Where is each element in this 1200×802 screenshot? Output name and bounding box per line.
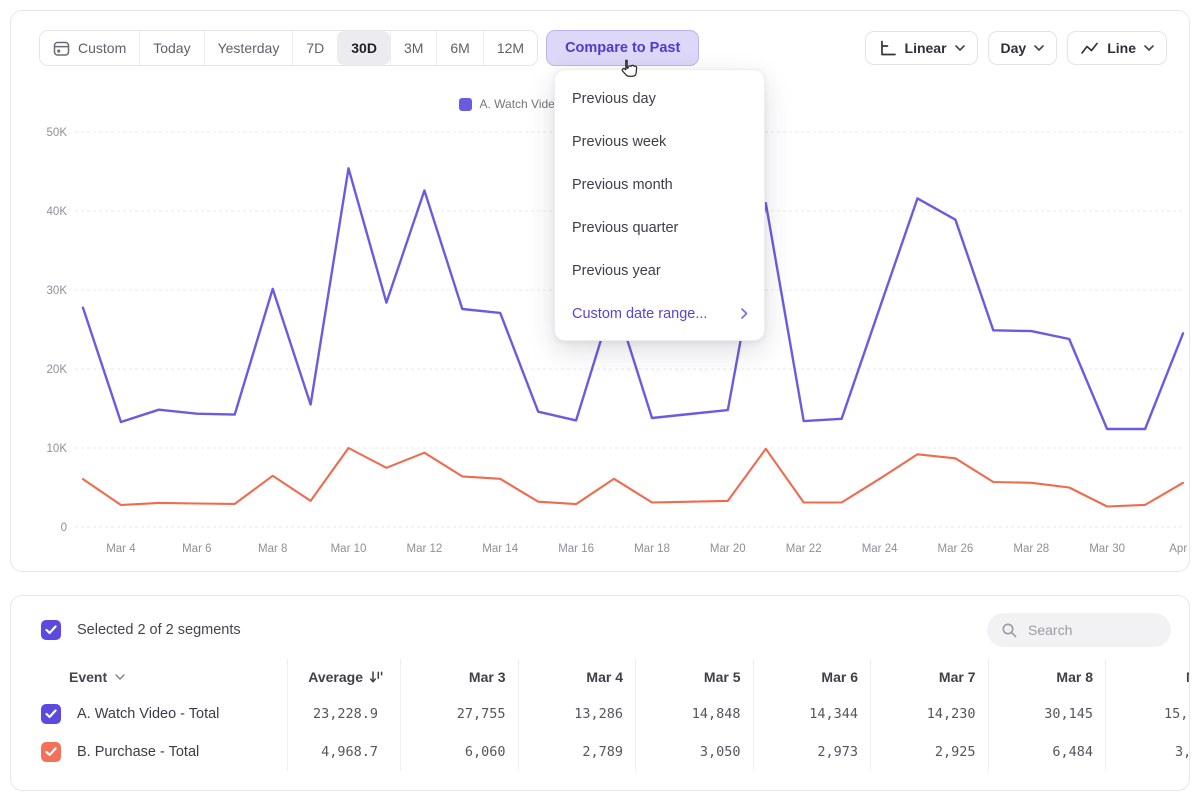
svg-text:Mar 14: Mar 14 (482, 543, 518, 555)
svg-text:0: 0 (61, 522, 67, 534)
svg-text:Mar 20: Mar 20 (710, 543, 746, 555)
row-label: B. Purchase - Total (77, 744, 199, 760)
svg-text:Mar 10: Mar 10 (331, 543, 367, 555)
column-header-clipped[interactable]: M (1106, 659, 1190, 695)
cursor-pointer-icon (616, 57, 641, 82)
cell-value: 3,050 (636, 733, 754, 771)
cell-value: 2,925 (871, 733, 989, 771)
menu-item-previous-day[interactable]: Previous day (555, 77, 764, 120)
chart-view-controls: Linear Day Line (865, 31, 1167, 65)
svg-text:50K: 50K (47, 127, 68, 139)
cell-value: 6,484 (989, 733, 1107, 771)
range-12m[interactable]: 12M (483, 31, 537, 65)
cell-value: 27,755 (401, 695, 519, 733)
row-label: A. Watch Video - Total (77, 706, 219, 722)
checkmark-icon (45, 747, 57, 757)
svg-text:20K: 20K (47, 364, 68, 376)
svg-text:Mar 22: Mar 22 (786, 543, 822, 555)
search-icon (1001, 622, 1018, 639)
cell-value: 30,145 (989, 695, 1107, 733)
range-3m[interactable]: 3M (390, 31, 436, 65)
table-row-purchase: B. Purchase - Total 4,968.7 6,060 2,789 … (41, 733, 1190, 771)
range-today[interactable]: Today (139, 31, 203, 65)
sort-descending-icon (369, 670, 384, 684)
svg-text:Mar 6: Mar 6 (182, 543, 211, 555)
svg-text:Mar 30: Mar 30 (1089, 543, 1125, 555)
chevron-down-icon (1034, 45, 1044, 51)
column-header-mar3[interactable]: Mar 3 (401, 659, 519, 695)
analytics-page: Custom Today Yesterday 7D 30D 3M 6M 12M … (0, 0, 1200, 802)
cell-average: 4,968.7 (288, 733, 401, 771)
chevron-down-icon (115, 674, 125, 680)
column-header-mar5[interactable]: Mar 5 (636, 659, 754, 695)
cell-value-clipped: 15, (1106, 695, 1190, 733)
row-checkbox-purchase[interactable] (41, 742, 61, 762)
column-header-average[interactable]: Average (288, 659, 401, 695)
svg-text:Mar 26: Mar 26 (938, 543, 974, 555)
compare-dropdown-menu: Previous day Previous week Previous mont… (554, 69, 765, 341)
svg-text:10K: 10K (47, 443, 68, 455)
range-7d[interactable]: 7D (292, 31, 337, 65)
column-header-mar8[interactable]: Mar 8 (989, 659, 1107, 695)
segments-table: Event Average Mar 3 Mar 4 Mar 5 Mar 6 Ma… (41, 659, 1190, 771)
range-label: Custom (78, 40, 126, 56)
search-input[interactable]: Search (987, 613, 1171, 647)
svg-text:30K: 30K (47, 285, 68, 297)
segments-selected-text: Selected 2 of 2 segments (77, 622, 241, 638)
menu-item-previous-quarter[interactable]: Previous quarter (555, 206, 764, 249)
column-header-mar7[interactable]: Mar 7 (871, 659, 989, 695)
range-30d[interactable]: 30D (337, 31, 390, 65)
cell-value-clipped: 3, (1106, 733, 1190, 771)
interval-select-button[interactable]: Day (988, 31, 1058, 65)
svg-text:Mar 24: Mar 24 (862, 543, 898, 555)
select-all-checkbox[interactable] (41, 620, 61, 640)
segments-card: Selected 2 of 2 segments Search Event Av… (10, 595, 1190, 791)
cell-value: 14,344 (754, 695, 872, 733)
checkmark-icon (45, 625, 57, 635)
search-placeholder: Search (1028, 622, 1072, 638)
svg-text:40K: 40K (47, 206, 68, 218)
chevron-down-icon (955, 45, 965, 51)
column-header-mar4[interactable]: Mar 4 (519, 659, 637, 695)
svg-text:Mar 16: Mar 16 (558, 543, 594, 555)
svg-text:Apr 1: Apr 1 (1169, 543, 1191, 555)
calendar-icon (53, 40, 70, 57)
svg-text:Mar 8: Mar 8 (258, 543, 287, 555)
date-range-control: Custom Today Yesterday 7D 30D 3M 6M 12M (39, 30, 538, 66)
range-6m[interactable]: 6M (436, 31, 482, 65)
menu-item-custom-date-range[interactable]: Custom date range... (555, 292, 764, 335)
chart-card: Custom Today Yesterday 7D 30D 3M 6M 12M … (10, 10, 1190, 572)
column-header-event[interactable]: Event (41, 659, 288, 695)
range-yesterday[interactable]: Yesterday (204, 31, 293, 65)
chevron-down-icon (1144, 45, 1154, 51)
svg-text:Mar 28: Mar 28 (1013, 543, 1049, 555)
svg-text:Mar 12: Mar 12 (407, 543, 443, 555)
menu-item-previous-year[interactable]: Previous year (555, 249, 764, 292)
toolbar: Custom Today Yesterday 7D 30D 3M 6M 12M … (39, 30, 1167, 66)
row-checkbox-watch-video[interactable] (41, 704, 61, 724)
cell-value: 14,230 (871, 695, 989, 733)
checkmark-icon (45, 709, 57, 719)
svg-text:Mar 18: Mar 18 (634, 543, 670, 555)
segments-header: Selected 2 of 2 segments Search (41, 613, 1171, 647)
column-header-mar6[interactable]: Mar 6 (754, 659, 872, 695)
cell-value: 2,789 (519, 733, 637, 771)
scale-select-button[interactable]: Linear (865, 31, 978, 65)
cell-value: 14,848 (636, 695, 754, 733)
linear-axis-icon (878, 39, 897, 58)
cell-value: 13,286 (519, 695, 637, 733)
menu-item-previous-week[interactable]: Previous week (555, 120, 764, 163)
cell-value: 6,060 (401, 733, 519, 771)
legend-swatch-purple (459, 98, 472, 111)
cell-average: 23,228.9 (288, 695, 401, 733)
table-header-row: Event Average Mar 3 Mar 4 Mar 5 Mar 6 Ma… (41, 659, 1190, 695)
svg-text:Mar 4: Mar 4 (106, 543, 136, 555)
line-chart-icon (1080, 39, 1099, 58)
range-custom[interactable]: Custom (40, 31, 139, 65)
chart-type-select-button[interactable]: Line (1067, 31, 1167, 65)
cell-value: 2,973 (754, 733, 872, 771)
menu-item-previous-month[interactable]: Previous month (555, 163, 764, 206)
table-row-watch-video: A. Watch Video - Total 23,228.9 27,755 1… (41, 695, 1190, 733)
chevron-right-icon (741, 308, 748, 319)
